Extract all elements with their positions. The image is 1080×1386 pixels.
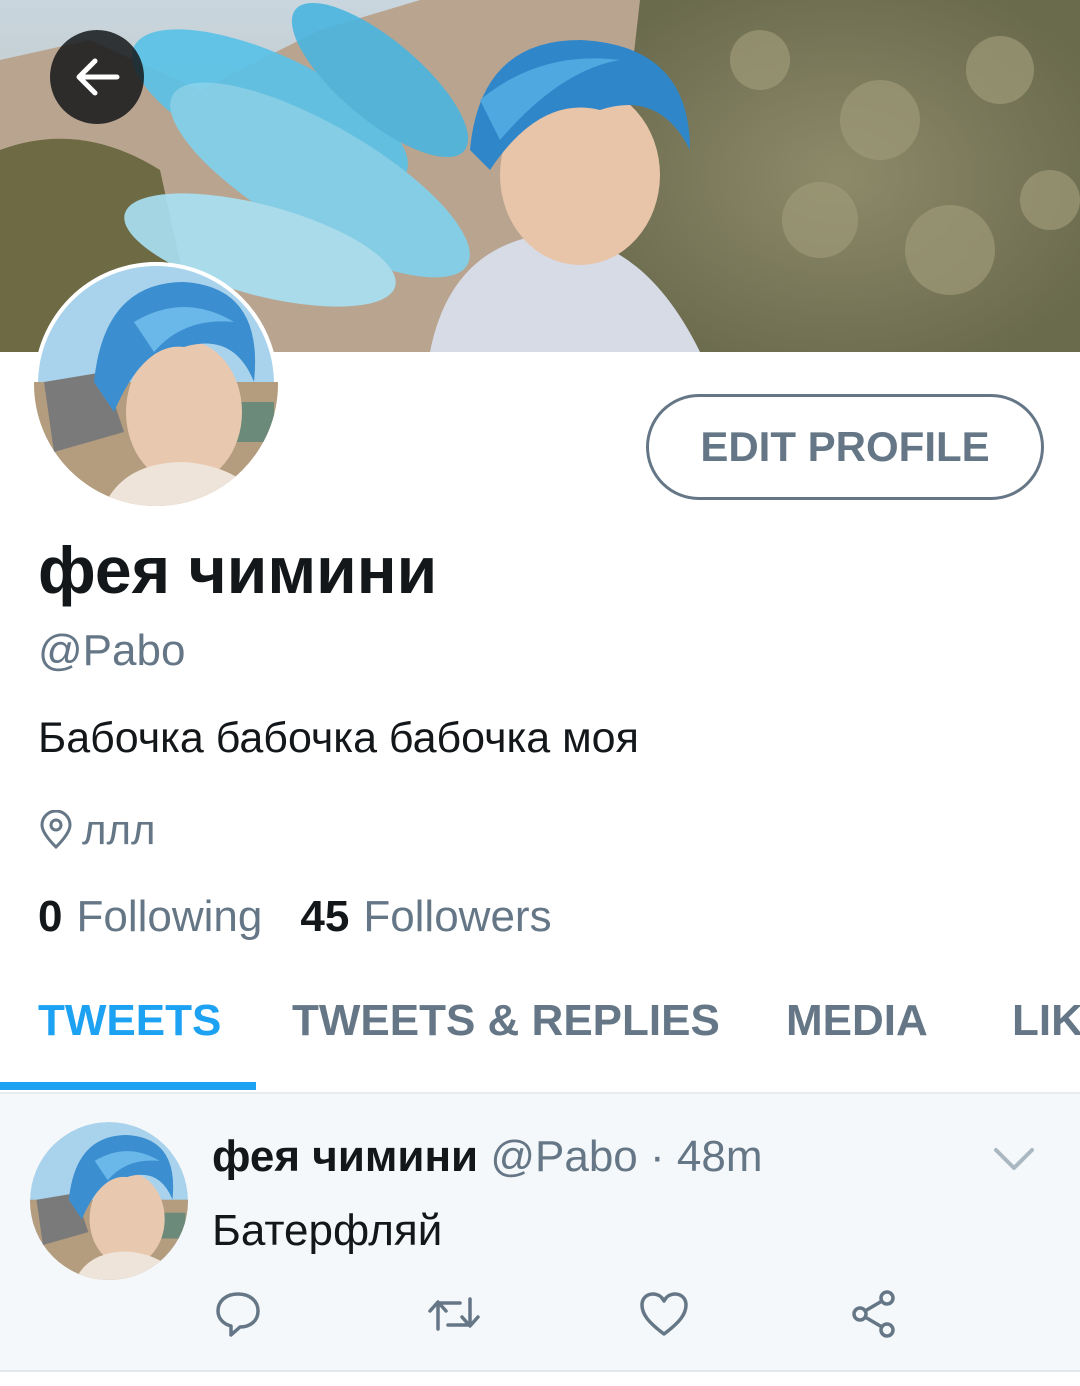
profile-display-name: фея чимини <box>38 533 438 607</box>
retweet-icon <box>428 1297 480 1331</box>
following-label: Following <box>76 892 263 941</box>
edit-profile-button[interactable]: EDIT PROFILE <box>646 394 1044 500</box>
followers-count: 45 <box>300 892 350 941</box>
profile-tabs: TWEETS TWEETS & REPLIES MEDIA LIK <box>0 970 1080 1094</box>
share-icon <box>852 1290 895 1338</box>
tab-tweets-replies[interactable]: TWEETS & REPLIES <box>292 996 720 1046</box>
tab-likes[interactable]: LIK <box>1012 996 1080 1046</box>
arrow-left-icon <box>76 58 120 96</box>
tweet-menu-button[interactable] <box>990 1144 1038 1179</box>
share-button[interactable] <box>844 1284 904 1344</box>
tweet-author-name[interactable]: фея чимини <box>212 1132 478 1181</box>
profile-location: ллл <box>38 806 156 854</box>
following-count: 0 <box>38 892 63 941</box>
like-button[interactable] <box>634 1284 694 1344</box>
avatar-image <box>30 1122 188 1280</box>
tweet-text: Батерфляй <box>212 1206 443 1255</box>
reply-icon <box>216 1292 260 1337</box>
profile-bio: Бабочка бабочка бабочка моя <box>38 714 639 762</box>
map-pin-icon <box>40 810 72 850</box>
profile-stats: 0 Following 45 Followers <box>38 892 552 942</box>
tweet-header: фея чимини @Pabo · 48m <box>212 1132 762 1182</box>
tweet-meta: @Pabo · 48m <box>490 1132 763 1181</box>
retweet-button[interactable] <box>424 1284 484 1344</box>
tweet[interactable]: фея чимини @Pabo · 48m Батерфляй <box>0 1094 1080 1372</box>
profile-handle: @Pabo <box>38 626 186 675</box>
active-tab-indicator <box>0 1082 256 1090</box>
tab-tweets[interactable]: TWEETS <box>38 996 221 1046</box>
reply-button[interactable] <box>208 1284 268 1344</box>
profile-avatar[interactable] <box>34 262 278 506</box>
location-text: ллл <box>82 806 156 853</box>
followers-link[interactable]: 45 Followers <box>300 892 551 942</box>
chevron-down-icon <box>994 1148 1034 1170</box>
back-button[interactable] <box>50 30 144 124</box>
avatar-image <box>34 262 278 506</box>
tab-media[interactable]: MEDIA <box>786 996 928 1046</box>
tweet-avatar[interactable] <box>30 1122 188 1280</box>
tweet-actions <box>0 1284 1080 1344</box>
following-link[interactable]: 0 Following <box>38 892 262 942</box>
followers-label: Followers <box>363 892 552 941</box>
like-icon <box>640 1292 688 1336</box>
